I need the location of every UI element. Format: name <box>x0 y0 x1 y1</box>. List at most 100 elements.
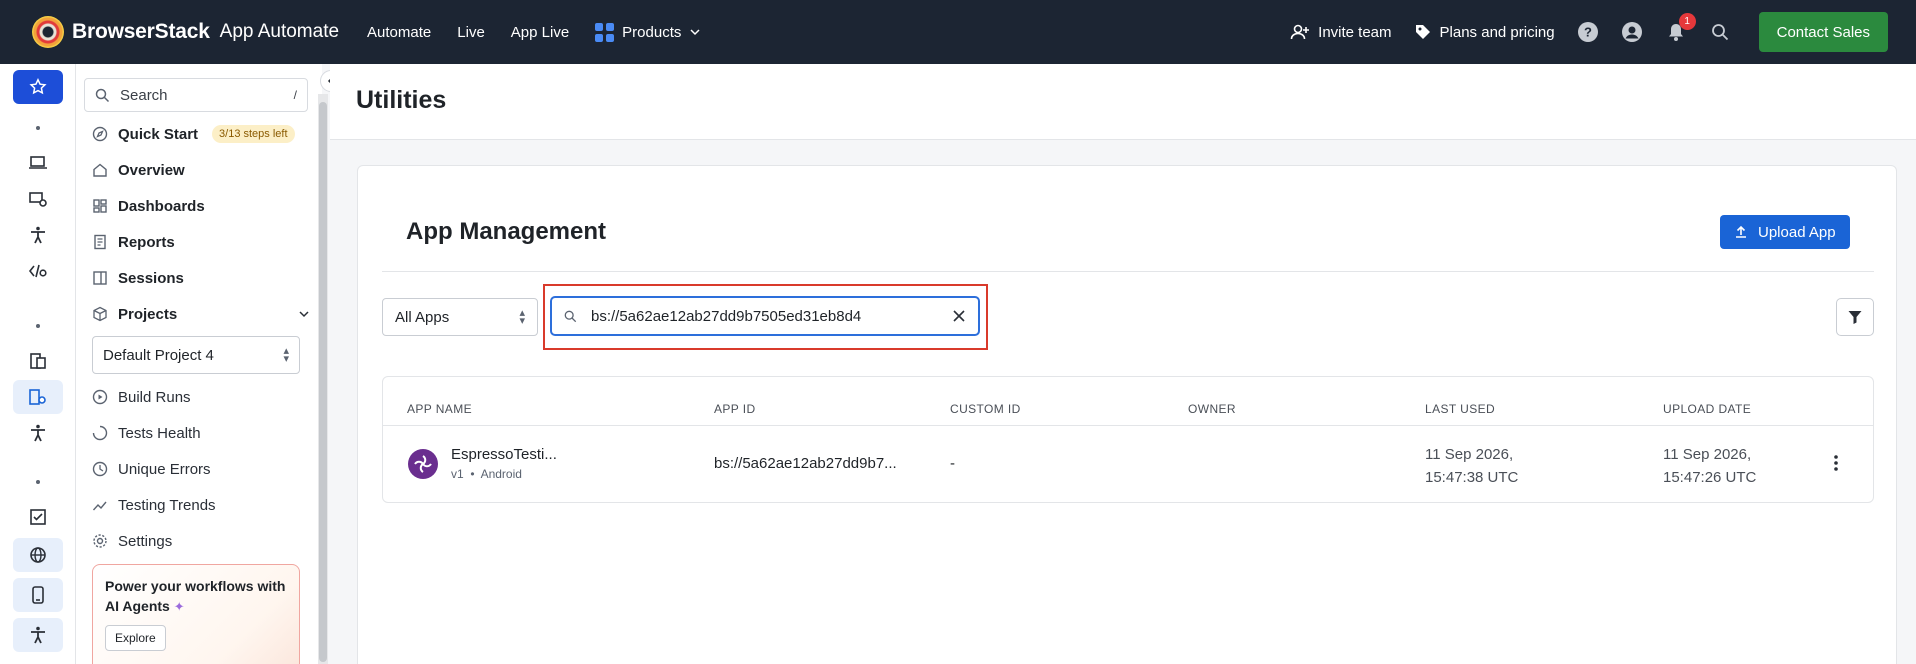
apps-table: APP NAME APP ID CUSTOM ID OWNER LAST USE… <box>382 376 1874 503</box>
add-user-icon <box>1290 24 1310 40</box>
sidebar-item-testing-trends[interactable]: Testing Trends <box>92 493 310 517</box>
sidebar-item-reports[interactable]: Reports <box>92 230 310 254</box>
rail-test-management[interactable] <box>13 500 63 534</box>
product-icon-rail <box>0 64 76 664</box>
sidebar-item-build-runs[interactable]: Build Runs <box>92 385 310 409</box>
more-vertical-icon <box>1834 455 1838 471</box>
explore-button[interactable]: Explore <box>105 625 166 651</box>
column-header-app-id: APP ID <box>714 402 756 416</box>
sidebar-item-label: Settings <box>118 532 173 550</box>
search-icon[interactable] <box>1709 21 1731 43</box>
sidebar-item-overview[interactable]: Overview <box>92 158 310 182</box>
column-header-owner: OWNER <box>1188 402 1236 416</box>
rail-app-accessibility[interactable] <box>13 416 63 450</box>
column-header-upload-date: UPLOAD DATE <box>1663 402 1752 416</box>
sidebar-search[interactable]: Search / <box>84 78 308 112</box>
app-name: EspressoTesti... <box>451 446 557 463</box>
project-dropdown[interactable]: Default Project 4 ▴ ▾ <box>92 336 300 374</box>
apps-filter-dropdown[interactable]: All Apps ▴ ▾ <box>382 298 538 336</box>
rail-mobile-accessibility[interactable] <box>13 618 63 652</box>
app-management-card: App Management Upload App All Apps ▴▾ AP… <box>357 165 1897 664</box>
upload-app-button[interactable]: Upload App <box>1720 215 1850 249</box>
sessions-icon <box>93 271 107 285</box>
clear-search-icon[interactable] <box>952 309 966 323</box>
rail-devices[interactable] <box>13 146 63 180</box>
sidebar-item-sessions[interactable]: Sessions <box>92 266 310 290</box>
products-menu[interactable]: Products <box>595 22 701 42</box>
app-id-cell[interactable]: bs://5a62ae12ab27dd9b7... <box>714 455 897 472</box>
app-avatar <box>408 449 438 479</box>
nav-automate[interactable]: Automate <box>367 24 431 41</box>
invite-team-link[interactable]: Invite team <box>1290 23 1392 41</box>
sidebar-item-dashboards[interactable]: Dashboards <box>92 194 310 218</box>
app-meta: v1 • Android <box>451 467 522 481</box>
contact-sales-button[interactable]: Contact Sales <box>1758 12 1888 52</box>
scrollbar-thumb[interactable] <box>319 102 327 662</box>
help-icon[interactable]: ? <box>1577 21 1599 43</box>
search-icon <box>564 310 577 322</box>
gear-icon <box>93 534 107 548</box>
product-name: App Automate <box>219 21 340 42</box>
select-arrows-icon: ▴ ▾ <box>283 345 289 365</box>
rail-accessibility[interactable] <box>13 218 63 252</box>
sidebar: Search / Quick Start 3/13 steps left Ove… <box>76 64 322 664</box>
cube-icon <box>93 306 107 322</box>
rail-app-automate[interactable] <box>13 380 63 414</box>
filter-button[interactable] <box>1836 298 1874 336</box>
upload-app-label: Upload App <box>1758 223 1836 241</box>
accessibility-icon <box>31 626 45 644</box>
sidebar-item-projects[interactable]: Projects <box>92 302 310 326</box>
svg-text:?: ? <box>1584 25 1592 40</box>
column-header-last-used: LAST USED <box>1425 402 1496 416</box>
app-name-cell[interactable]: EspressoTesti... v1 • Android <box>451 446 557 481</box>
brand[interactable]: BrowserStack App Automate <box>32 16 339 48</box>
rail-website[interactable] <box>13 538 63 572</box>
sidebar-item-label: Tests Health <box>118 424 201 442</box>
brand-name: BrowserStack <box>72 20 210 43</box>
nav-app-live[interactable]: App Live <box>511 24 569 41</box>
rail-favorites[interactable] <box>13 70 63 104</box>
sidebar-item-tests-health[interactable]: Tests Health <box>92 421 310 445</box>
search-shortcut: / <box>293 88 297 102</box>
espresso-app-icon <box>414 455 432 473</box>
sidebar-scrollbar[interactable] <box>318 94 328 664</box>
report-icon <box>94 234 106 250</box>
sidebar-item-label: Sessions <box>118 269 184 287</box>
rail-separator <box>36 126 40 130</box>
sidebar-item-label: Projects <box>118 305 178 323</box>
nav-live[interactable]: Live <box>457 24 485 41</box>
rail-app-live[interactable] <box>13 344 63 378</box>
health-icon <box>92 425 108 441</box>
rail-code-settings[interactable] <box>13 254 63 288</box>
browserstack-logo <box>32 16 64 48</box>
sidebar-item-unique-errors[interactable]: Unique Errors <box>92 457 310 481</box>
nav-links: Automate Live App Live Products <box>367 22 701 42</box>
sidebar-item-quick-start[interactable]: Quick Start 3/13 steps left <box>92 122 310 146</box>
ai-agents-promo: Power your workflows with AI Agents ✦ Ex… <box>92 564 300 664</box>
top-nav: BrowserStack App Automate Automate Live … <box>0 0 1916 64</box>
app-search-field[interactable] <box>550 296 980 336</box>
star-icon <box>29 78 47 95</box>
row-actions-menu[interactable] <box>1833 454 1839 476</box>
rail-device-settings[interactable] <box>13 182 63 216</box>
code-gear-icon <box>28 264 47 278</box>
sidebar-item-label: Overview <box>118 161 185 179</box>
plans-pricing-link[interactable]: Plans and pricing <box>1414 23 1555 41</box>
device-gear-icon <box>29 192 47 207</box>
build-runs-icon <box>92 389 108 405</box>
divider <box>382 271 1874 272</box>
sidebar-item-settings[interactable]: Settings <box>92 529 310 553</box>
upload-date-cell: 11 Sep 2026, 15:47:26 UTC <box>1663 446 1757 486</box>
rail-mobile[interactable] <box>13 578 63 612</box>
invite-team-label: Invite team <box>1318 23 1392 41</box>
custom-id-cell: - <box>950 455 955 472</box>
sidebar-item-label: Dashboards <box>118 197 205 215</box>
notification-badge: 1 <box>1678 13 1696 30</box>
app-devices-icon <box>30 353 46 369</box>
chevron-down-icon <box>299 311 309 318</box>
last-used-cell: 11 Sep 2026, 15:47:38 UTC <box>1425 446 1519 486</box>
notifications-bell-icon[interactable]: 1 <box>1665 13 1696 43</box>
account-icon[interactable] <box>1621 21 1643 43</box>
promo-text: Power your workflows with AI Agents ✦ <box>105 578 286 614</box>
app-search-input[interactable] <box>591 307 891 325</box>
